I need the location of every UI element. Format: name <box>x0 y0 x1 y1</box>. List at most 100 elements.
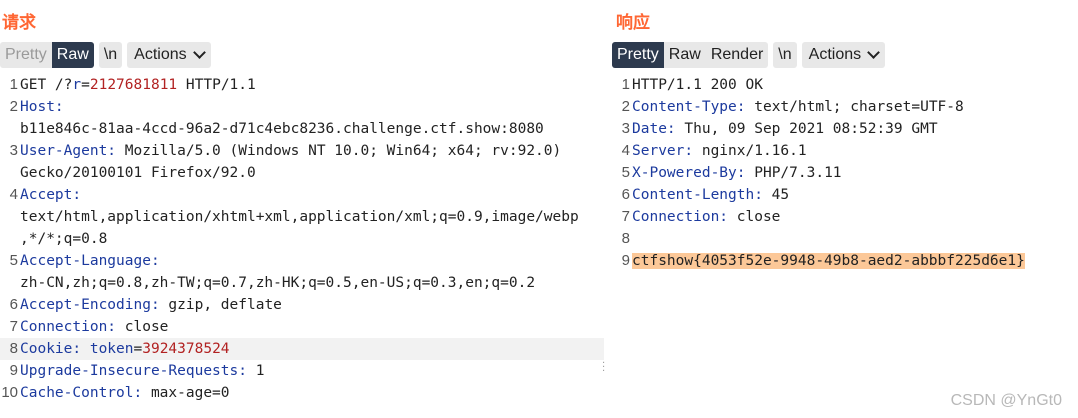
header-value: close <box>728 209 781 225</box>
status-line: HTTP/1.1 200 OK <box>632 77 763 93</box>
response-line-body: 9 ctfshow{4053f52e-9948-49b8-aed2-abbbf2… <box>612 250 1078 272</box>
request-toolbar: Pretty Raw \n Actions <box>0 41 211 69</box>
header-name: Connection: <box>632 209 729 225</box>
response-pane: 响应 Pretty Raw Render \n Actions 1 HTTP/1… <box>612 0 1078 418</box>
header-name: X-Powered-By: <box>632 165 746 181</box>
line-number: 1 <box>9 76 18 93</box>
line-number: 9 <box>621 252 630 269</box>
request-line: 9 Upgrade-Insecure-Requests: 1 <box>0 360 604 382</box>
header-name: Connection: <box>20 319 117 335</box>
response-tab-pretty[interactable]: Pretty <box>612 42 664 68</box>
line-number: 3 <box>9 142 18 159</box>
line-number: 8 <box>9 340 18 357</box>
response-view-toggle: Pretty Raw Render <box>612 42 769 68</box>
response-line: 1 HTTP/1.1 200 OK <box>612 74 1078 96</box>
header-value: close <box>116 319 169 335</box>
request-newline-toggle[interactable]: \n <box>98 42 123 68</box>
line-number <box>0 206 20 228</box>
cookie-value: 3924378524 <box>142 341 230 357</box>
request-editor[interactable]: 1 GET /?r=2127681811 HTTP/1.1 2 Host: b1… <box>0 74 604 418</box>
line-number: 2 <box>9 98 18 115</box>
request-title: 请求 <box>2 13 36 33</box>
header-value: gzip, deflate <box>159 297 282 313</box>
request-line: Gecko/20100101 Firefox/92.0 <box>0 162 604 184</box>
response-body-flag: ctfshow{4053f52e-9948-49b8-aed2-abbbf225… <box>632 253 1025 269</box>
header-value: nginx/1.16.1 <box>693 143 807 159</box>
line-number: 8 <box>621 230 630 247</box>
response-line: 6 Content-Length: 45 <box>612 184 1078 206</box>
header-name: User-Agent: <box>20 143 117 159</box>
query-param-eq: = <box>81 77 90 93</box>
line-number: 5 <box>9 252 18 269</box>
line-number: 7 <box>621 208 630 225</box>
header-name: Content-Length: <box>632 187 763 203</box>
response-line: 5 X-Powered-By: PHP/7.3.11 <box>612 162 1078 184</box>
request-line: text/html,application/xhtml+xml,applicat… <box>0 206 604 228</box>
query-param-name: r <box>72 77 82 93</box>
line-number: 4 <box>9 186 18 203</box>
query-param-value: 2127681811 <box>89 77 178 93</box>
request-line-cookie: 8 Cookie: token=3924378524 <box>0 338 604 360</box>
request-line: 2 Host: <box>0 96 604 118</box>
response-line: 4 Server: nginx/1.16.1 <box>612 140 1078 162</box>
response-actions-button[interactable]: Actions <box>801 42 886 68</box>
request-line: 5 Accept-Language: <box>0 250 604 272</box>
request-tab-pretty[interactable]: Pretty <box>0 42 52 68</box>
response-line: 7 Connection: close <box>612 206 1078 228</box>
header-value: Thu, 09 Sep 2021 08:52:39 GMT <box>675 121 938 137</box>
header-value: b11e846c-81aa-4ccd-96a2-d71c4ebc8236.cha… <box>20 121 544 137</box>
line-number <box>0 272 20 294</box>
header-name: Server: <box>632 143 694 159</box>
header-value: text/html,application/xhtml+xml,applicat… <box>20 209 579 225</box>
header-value: Mozilla/5.0 (Windows NT 10.0; Win64; x64… <box>116 143 562 159</box>
chevron-down-icon <box>192 46 206 59</box>
header-value: PHP/7.3.11 <box>745 165 842 181</box>
line-number: 3 <box>621 120 630 137</box>
cookie-name: token <box>89 341 134 357</box>
watermark: CSDN @YnGt0 <box>950 392 1062 409</box>
response-toolbar: Pretty Raw Render \n Actions <box>612 41 886 69</box>
request-line: 1 GET /?r=2127681811 HTTP/1.1 <box>0 74 604 96</box>
header-value: 45 <box>762 187 790 203</box>
request-line: 10 Cache-Control: max-age=0 <box>0 382 604 404</box>
response-tab-raw[interactable]: Raw <box>664 42 706 68</box>
request-line: 6 Accept-Encoding: gzip, deflate <box>0 294 604 316</box>
response-line: 3 Date: Thu, 09 Sep 2021 08:52:39 GMT <box>612 118 1078 140</box>
request-line: 3 User-Agent: Mozilla/5.0 (Windows NT 10… <box>0 140 604 162</box>
header-value: Gecko/20100101 Firefox/92.0 <box>20 165 256 181</box>
response-newline-toggle[interactable]: \n <box>773 42 797 68</box>
line-number: 1 <box>621 76 630 93</box>
header-value: max-age=0 <box>142 385 230 401</box>
header-name: Upgrade-Insecure-Requests: <box>20 363 247 379</box>
line-number: 9 <box>9 362 18 379</box>
request-view-toggle: Pretty Raw <box>0 42 94 68</box>
line-number <box>0 162 20 184</box>
header-value: text/html; charset=UTF-8 <box>745 99 964 115</box>
chevron-down-icon <box>867 46 880 59</box>
request-tab-raw[interactable]: Raw <box>51 42 94 68</box>
request-actions-label: Actions <box>134 46 187 63</box>
request-actions-button[interactable]: Actions <box>127 42 211 68</box>
header-space <box>81 341 90 357</box>
request-pane: 请求 Pretty Raw \n Actions 1 GET /?r=21276… <box>0 0 604 418</box>
response-tab-render[interactable]: Render <box>706 42 768 68</box>
header-name: Accept-Language: <box>20 253 160 269</box>
header-value: 1 <box>246 363 265 379</box>
line-number: 2 <box>621 98 630 115</box>
line-number <box>0 118 20 140</box>
response-editor[interactable]: 1 HTTP/1.1 200 OK 2 Content-Type: text/h… <box>612 74 1078 418</box>
response-title: 响应 <box>616 13 650 33</box>
header-value: ,*/*;q=0.8 <box>20 231 108 247</box>
line-number: 4 <box>621 142 630 159</box>
line-number <box>0 228 20 250</box>
response-actions-label: Actions <box>808 46 862 63</box>
header-value: zh-CN,zh;q=0.8,zh-TW;q=0.7,zh-HK;q=0.5,e… <box>20 275 536 291</box>
cookie-eq: = <box>133 341 143 357</box>
splitter-grip-icon[interactable]: · · · <box>602 359 605 377</box>
request-line: b11e846c-81aa-4ccd-96a2-d71c4ebc8236.cha… <box>0 118 604 140</box>
header-name: Cookie: <box>20 341 82 357</box>
pane-splitter[interactable] <box>604 0 612 418</box>
request-line: 7 Connection: close <box>0 316 604 338</box>
response-line: 8 <box>612 228 1078 250</box>
